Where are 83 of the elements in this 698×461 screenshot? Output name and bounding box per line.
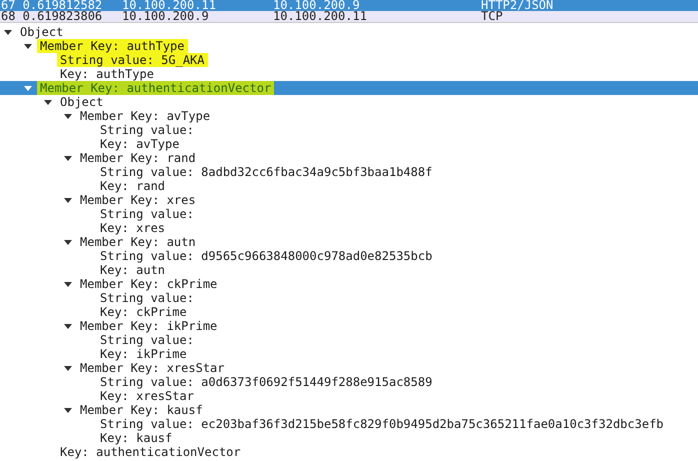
- tree-label: Member Key: autn: [79, 235, 197, 249]
- tree-row[interactable]: Member Key: xres: [0, 193, 698, 207]
- tree-row[interactable]: Member Key: authType: [0, 39, 698, 53]
- tree-label: Member Key: avType: [79, 109, 212, 123]
- tree-row[interactable]: String value: d9565c9663848000c978ad0e82535bcb: [0, 249, 698, 263]
- tree-row[interactable]: String value: 8adbd32cc6fbac34a9c5bf3baa1b488f: [0, 165, 698, 179]
- tree-row[interactable]: Member Key: authenticationVector: [0, 81, 698, 95]
- tree-label: Member Key: xresStar: [79, 361, 226, 375]
- packet-number-time: 67 0.619812582: [0, 0, 104, 11]
- expanded-arrow-icon[interactable]: [64, 366, 72, 370]
- tree-label: String value: d9565c9663848000c978ad0e82535bcb: [99, 249, 434, 263]
- tree-label: Member Key: authenticationVector: [37, 81, 274, 95]
- packet-source: 10.100.200.9: [122, 11, 209, 22]
- tree-label: Key: ckPrime: [99, 305, 188, 319]
- tree-label: String value: ec203baf36f3d215be58fc829f0b9495d2ba75c365211fae0a10c3f32dbc3efb: [99, 417, 665, 431]
- tree-row[interactable]: Key: rand: [0, 179, 698, 193]
- tree-label: String value: a0d6373f0692f51449f288e915ac8589: [99, 375, 434, 389]
- tree-label: String value: 8adbd32cc6fbac34a9c5bf3baa1b488f: [99, 165, 434, 179]
- tree-row[interactable]: Member Key: rand: [0, 151, 698, 165]
- tree-row[interactable]: Key: avType: [0, 137, 698, 151]
- tree-label: String value:: [99, 333, 195, 347]
- tree-row[interactable]: String value:: [0, 207, 698, 221]
- tree-label: Member Key: kausf: [79, 403, 204, 417]
- tree-row[interactable]: String value:: [0, 333, 698, 347]
- tree-row[interactable]: Object: [0, 95, 698, 109]
- tree-label: Key: kausf: [99, 431, 174, 445]
- packet-row[interactable]: 68 0.619823806 10.100.200.9 10.100.200.11 TCP: [0, 11, 698, 22]
- tree-label: Key: autn: [99, 263, 166, 277]
- packet-row[interactable]: 67 0.619812582 10.100.200.11 10.100.200.9 HTTP2/JSON: [0, 0, 698, 11]
- tree-row[interactable]: Member Key: xresStar: [0, 361, 698, 375]
- tree-row[interactable]: Object: [0, 25, 698, 39]
- tree-label: String value:: [99, 207, 195, 221]
- expanded-arrow-icon[interactable]: [64, 282, 72, 286]
- tree-label: String value:: [99, 291, 195, 305]
- expanded-arrow-icon[interactable]: [64, 156, 72, 160]
- tree-row[interactable]: Key: xresStar: [0, 389, 698, 403]
- tree-row[interactable]: Key: autn: [0, 263, 698, 277]
- tree-label: Object: [19, 25, 64, 39]
- expanded-arrow-icon[interactable]: [64, 198, 72, 202]
- expanded-arrow-icon[interactable]: [44, 100, 52, 104]
- tree-row[interactable]: Member Key: ckPrime: [0, 277, 698, 291]
- tree-row[interactable]: String value: ec203baf36f3d215be58fc829f0b9495d2ba75c365211fae0a10c3f32dbc3efb: [0, 417, 698, 431]
- packet-protocol: HTTP2/JSON: [481, 0, 554, 11]
- tree-label: String value: 5G_AKA: [57, 53, 208, 67]
- tree-row[interactable]: String value:: [0, 123, 698, 137]
- expanded-arrow-icon[interactable]: [64, 324, 72, 328]
- tree-row[interactable]: Key: authenticationVector: [0, 445, 698, 459]
- tree-row[interactable]: Member Key: autn: [0, 235, 698, 249]
- tree-label: Key: ikPrime: [99, 347, 188, 361]
- tree-label: Key: rand: [99, 179, 166, 193]
- packet-source: 10.100.200.11: [122, 0, 217, 11]
- tree-label: Member Key: ckPrime: [79, 277, 218, 291]
- tree-label: Member Key: authType: [37, 39, 188, 53]
- packet-protocol: TCP: [481, 11, 503, 22]
- tree-label: Key: authType: [59, 67, 155, 81]
- tree-label: String value:: [99, 123, 195, 137]
- tree-row[interactable]: Member Key: ikPrime: [0, 319, 698, 333]
- tree-label: Member Key: rand: [79, 151, 197, 165]
- tree-row[interactable]: Member Key: kausf: [0, 403, 698, 417]
- tree-row[interactable]: Key: ikPrime: [0, 347, 698, 361]
- packet-destination: 10.100.200.11: [273, 11, 368, 22]
- tree-label: Member Key: ikPrime: [79, 319, 218, 333]
- tree-label: Member Key: xres: [79, 193, 197, 207]
- tree-label: Key: xres: [99, 221, 166, 235]
- tree-row[interactable]: Key: authType: [0, 67, 698, 81]
- expanded-arrow-icon[interactable]: [64, 408, 72, 412]
- tree-row[interactable]: String value:: [0, 291, 698, 305]
- tree-row[interactable]: Member Key: avType: [0, 109, 698, 123]
- tree-label: Key: authenticationVector: [59, 445, 242, 459]
- tree-row[interactable]: String value: a0d6373f0692f51449f288e915ac8589: [0, 375, 698, 389]
- tree-label: Key: xresStar: [99, 389, 195, 403]
- packet-number-time: 68 0.619823806: [0, 11, 104, 22]
- expanded-arrow-icon[interactable]: [64, 114, 72, 118]
- expanded-arrow-icon[interactable]: [4, 30, 12, 34]
- expanded-arrow-icon[interactable]: [24, 44, 32, 48]
- tree-label: Object: [59, 95, 104, 109]
- tree-row[interactable]: Key: xres: [0, 221, 698, 235]
- tree-row[interactable]: String value: 5G_AKA: [0, 53, 698, 67]
- tree-row[interactable]: Key: kausf: [0, 431, 698, 445]
- tree-label: Key: avType: [99, 137, 180, 151]
- expanded-arrow-icon[interactable]: [64, 240, 72, 244]
- tree-row[interactable]: Key: ckPrime: [0, 305, 698, 319]
- packet-destination: 10.100.200.9: [273, 0, 360, 11]
